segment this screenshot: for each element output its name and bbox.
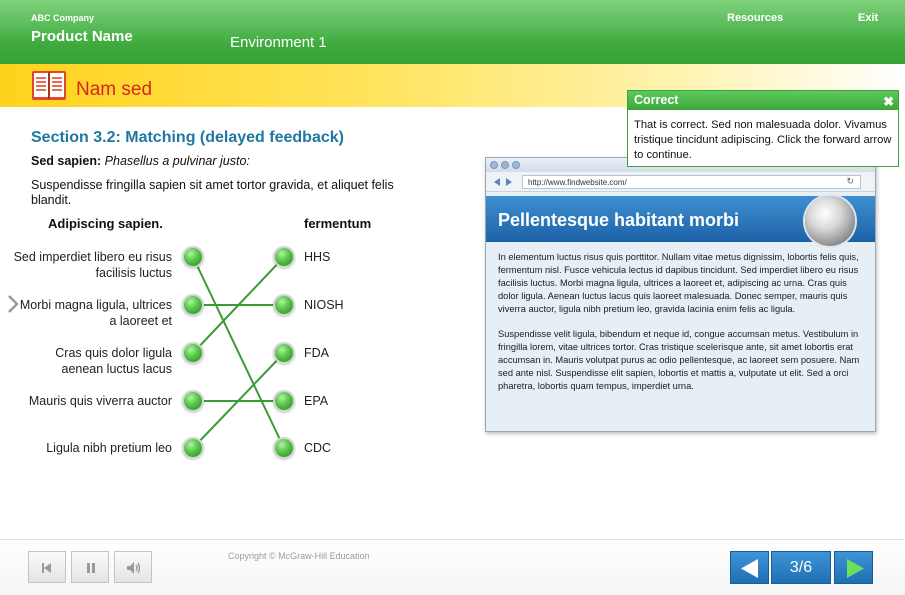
left-item: Ligula nibh pretium leo [46,441,172,455]
right-connector-dot[interactable] [275,344,293,362]
window-dot-icon [512,161,520,169]
forward-arrow-icon [506,178,512,186]
left-connector-dot[interactable] [184,392,202,410]
volume-button[interactable] [114,551,152,583]
pause-button[interactable] [71,551,109,583]
chevron-right-icon[interactable] [7,294,19,314]
right-connector-dot[interactable] [275,248,293,266]
arrow-left-icon [741,559,758,578]
window-dot-icon [490,161,498,169]
globe-icon [805,196,855,246]
next-button[interactable] [834,551,873,584]
right-item: NIOSH [304,298,344,312]
website-title: Pellentesque habitant morbi [498,210,740,230]
right-connector-dot[interactable] [275,392,293,410]
left-item: Morbi magna ligula, ultrices a laoreet e… [19,298,172,328]
close-icon[interactable]: ✖ [883,94,894,110]
left-item: Cras quis dolor ligula aenean luctus lac… [55,346,172,376]
left-item: Mauris quis viverra auctor [28,394,172,408]
right-item: CDC [304,441,332,455]
arrow-right-icon [847,559,864,578]
browser-window: http://www.findwebsite.com/ ↻ Pellentesq… [485,157,876,432]
skip-back-icon [42,563,51,573]
course-player: ABC Company Product Name Environment 1 R… [0,0,905,595]
website-paragraph: In elementum luctus risus quis porttitor… [498,252,859,314]
left-item: Sed imperdiet libero eu risus facilisis … [13,250,172,280]
right-item: EPA [304,394,329,408]
speaker-icon [127,562,141,574]
match-line [192,256,285,449]
page-indicator: 3/6 [771,551,831,584]
url-text: http://www.findwebsite.com/ [528,178,627,187]
back-arrow-icon [494,178,500,186]
left-connector-dot[interactable] [184,344,202,362]
url-field: http://www.findwebsite.com/ ↻ [522,175,861,189]
replay-button[interactable] [28,551,66,583]
feedback-title: Correct [628,91,898,110]
refresh-icon: ↻ [846,176,854,186]
feedback-popup: Correct ✖ That is correct. Sed non males… [627,90,899,167]
website-body: In elementum luctus risus quis porttitor… [498,251,864,393]
website-banner: Pellentesque habitant morbi [486,196,875,246]
previous-button[interactable] [730,551,769,584]
left-connector-dot[interactable] [184,439,202,457]
copyright-text: Copyright © McGraw-Hill Education [228,551,370,561]
right-connector-dot[interactable] [275,296,293,314]
feedback-text: That is correct. Sed non malesuada dolor… [634,119,892,161]
window-dot-icon [501,161,509,169]
left-connector-dot[interactable] [184,296,202,314]
right-item: HHS [304,250,331,264]
right-item: FDA [304,346,329,360]
right-connector-dot[interactable] [275,439,293,457]
website-paragraph: Suspendisse velit ligula, bibendum et ne… [498,329,860,392]
player-footer: Copyright © McGraw-Hill Education 3/6 [0,540,905,595]
pause-icon [87,563,95,573]
left-connector-dot[interactable] [184,248,202,266]
browser-address-bar: http://www.findwebsite.com/ ↻ [486,172,875,192]
